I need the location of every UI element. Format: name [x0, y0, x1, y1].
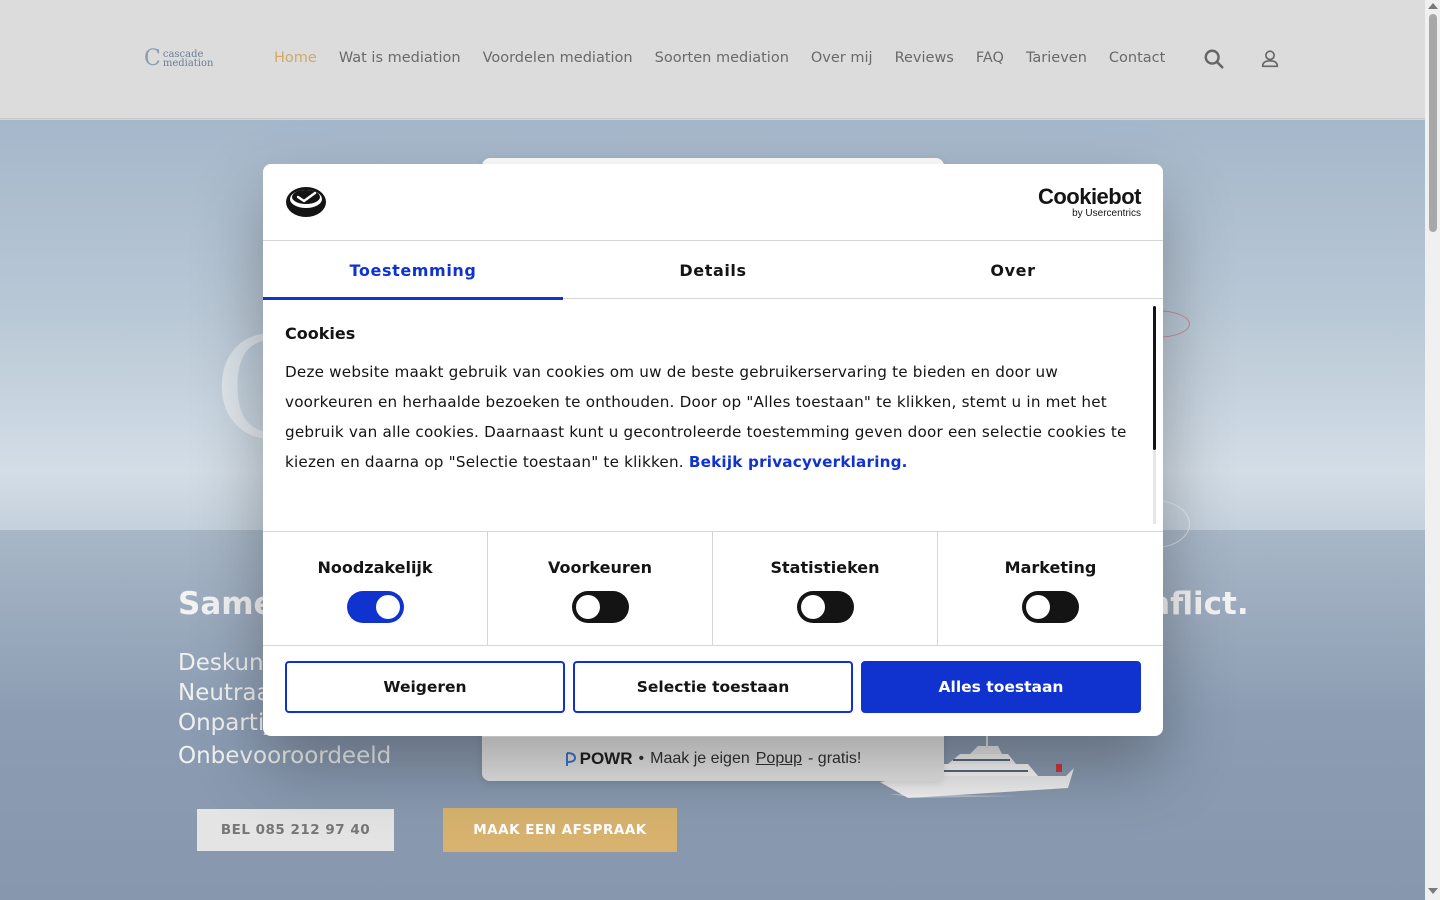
- toggle-cell-statistieken: Statistieken: [713, 532, 938, 646]
- nav-soorten-mediation[interactable]: Soorten mediation: [655, 50, 789, 66]
- toggle-label: Marketing: [1004, 558, 1097, 577]
- cookie-body-scroll-track[interactable]: [1153, 450, 1156, 524]
- toggle-cell-noodzakelijk: Noodzakelijk: [263, 532, 488, 646]
- toggle-label: Statistieken: [770, 558, 880, 577]
- tab-toestemming[interactable]: Toestemming: [263, 241, 563, 300]
- cookie-brand-icon: [286, 187, 326, 217]
- user-icon[interactable]: [1259, 48, 1281, 70]
- powr-separator: •: [638, 750, 645, 767]
- tab-over[interactable]: Over: [863, 241, 1163, 299]
- deny-button[interactable]: Weigeren: [285, 661, 565, 713]
- nav-reviews[interactable]: Reviews: [895, 50, 954, 66]
- site-header: C cascade mediation Home Wat is mediatio…: [0, 0, 1425, 119]
- cookie-body-scrollbar[interactable]: [1153, 306, 1156, 450]
- powr-brand: POWR: [579, 749, 633, 768]
- powr-footer: POWR • Maak je eigen Popup - gratis!: [482, 737, 944, 781]
- cookie-dialog-header: Cookiebot by Usercentrics: [263, 164, 1163, 241]
- main-nav: Home Wat is mediation Voordelen mediatio…: [274, 50, 1187, 66]
- toggle-knob: [800, 595, 825, 619]
- nav-wat-is-mediation[interactable]: Wat is mediation: [339, 50, 461, 66]
- scroll-up-arrow-icon[interactable]: [1428, 3, 1438, 9]
- site-logo[interactable]: C cascade mediation: [144, 48, 213, 70]
- privacy-policy-link[interactable]: Bekijk privacyverklaring.: [689, 453, 908, 471]
- cookie-tabs: Toestemming Details Over: [263, 241, 1163, 300]
- logo-mark: C: [144, 46, 161, 71]
- hero-title-end: nflict.: [1148, 586, 1249, 622]
- nav-tarieven[interactable]: Tarieven: [1026, 50, 1087, 66]
- call-button[interactable]: BEL 085 212 97 40: [197, 809, 394, 851]
- toggle-noodzakelijk[interactable]: [346, 591, 404, 623]
- toggle-cell-voorkeuren: Voorkeuren: [488, 532, 713, 646]
- powr-icon: [565, 752, 576, 766]
- toggle-cell-marketing: Marketing: [938, 532, 1163, 646]
- toggle-statistieken[interactable]: [796, 591, 854, 623]
- powr-text-after: - gratis!: [808, 750, 862, 767]
- logo-line-2: mediation: [162, 58, 214, 69]
- cookie-description: Deze website maakt gebruik van cookies o…: [285, 357, 1145, 477]
- cookie-consent-dialog: Cookiebot by Usercentrics Toestemming De…: [263, 164, 1163, 736]
- cookie-category-toggles: Noodzakelijk Voorkeuren Statistieken Mar…: [263, 531, 1163, 646]
- powr-popup-link[interactable]: Popup: [756, 750, 802, 768]
- nav-over-mij[interactable]: Over mij: [811, 50, 873, 66]
- hero-line: Onbevooroordeeld: [178, 743, 392, 769]
- allow-all-button[interactable]: Alles toestaan: [861, 661, 1141, 713]
- toggle-voorkeuren[interactable]: [571, 591, 629, 623]
- appointment-button[interactable]: MAAK EEN AFSPRAAK: [443, 808, 677, 852]
- nav-contact[interactable]: Contact: [1109, 50, 1165, 66]
- hero-title-start: Same: [178, 586, 275, 622]
- toggle-marketing[interactable]: [1022, 591, 1079, 623]
- scroll-down-arrow-icon[interactable]: [1428, 888, 1438, 894]
- cookiebot-logo[interactable]: Cookiebot by Usercentrics: [1037, 184, 1142, 220]
- cookie-action-buttons: Weigeren Selectie toestaan Alles toestaa…: [285, 661, 1141, 713]
- cookie-title: Cookies: [285, 324, 356, 343]
- nav-voordelen-mediation[interactable]: Voordelen mediation: [483, 50, 633, 66]
- tab-details[interactable]: Details: [563, 241, 863, 299]
- nav-home[interactable]: Home: [274, 50, 317, 66]
- cookiebot-brand: Cookiebot: [1037, 184, 1142, 209]
- powr-logo[interactable]: POWR: [565, 749, 633, 769]
- allow-selection-button[interactable]: Selectie toestaan: [573, 661, 853, 713]
- powr-text-before: Maak je eigen: [650, 750, 750, 767]
- logo-text: cascade mediation: [162, 50, 214, 69]
- toggle-label: Voorkeuren: [548, 558, 652, 577]
- toggle-label: Noodzakelijk: [317, 558, 433, 577]
- cookie-body: Cookies Deze website maakt gebruik van c…: [285, 324, 1145, 477]
- search-icon[interactable]: [1203, 48, 1225, 70]
- toggle-knob: [375, 595, 400, 619]
- page-scrollbar-thumb[interactable]: [1429, 14, 1437, 232]
- toggle-knob: [575, 595, 600, 619]
- cookiebot-brand-sub: by Usercentrics: [1072, 208, 1141, 219]
- nav-faq[interactable]: FAQ: [976, 50, 1004, 66]
- toggle-knob: [1026, 595, 1050, 619]
